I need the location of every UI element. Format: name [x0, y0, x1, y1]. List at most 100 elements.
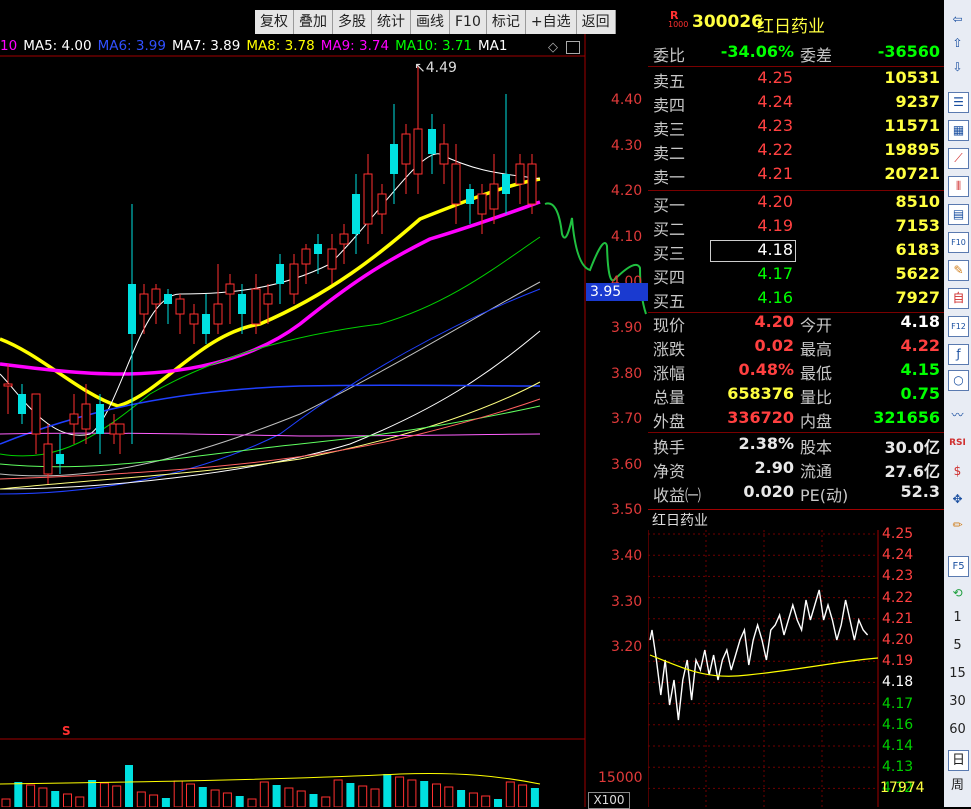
candle-body — [428, 129, 436, 154]
toolbar-button-4[interactable]: 画线 — [411, 10, 450, 34]
volume-bar — [284, 787, 294, 807]
toolbar-button-0[interactable]: 复权 — [255, 10, 294, 34]
refresh-icon[interactable]: ⟲ — [948, 584, 967, 603]
row-volume: 20721 — [884, 164, 940, 183]
bid-row-2[interactable]: 买三 4.18 6183 — [648, 240, 940, 263]
ma-line-10 — [0, 405, 541, 468]
candle-body — [251, 288, 261, 325]
move-icon[interactable]: ✥ — [948, 490, 967, 509]
dollar-icon[interactable]: $ — [948, 462, 967, 481]
candle-body — [18, 394, 26, 414]
toolbar-button-3[interactable]: 统计 — [372, 10, 411, 34]
circle-icon[interactable]: ○ — [948, 370, 969, 391]
candle-body — [69, 413, 79, 425]
f12-icon[interactable]: F12 — [948, 316, 969, 337]
bid-row-1[interactable]: 买二 4.19 7153 — [648, 216, 940, 239]
toolbar-button-1[interactable]: 叠加 — [294, 10, 333, 34]
pencil-icon[interactable]: ✏ — [948, 516, 967, 535]
volume-bar — [125, 765, 133, 807]
self-select-icon[interactable]: 自 — [948, 288, 969, 309]
candle-icon[interactable]: ⫴ — [948, 176, 969, 197]
ask-row-3[interactable]: 卖二 4.22 19895 — [648, 140, 940, 163]
stat-label: 现价 — [653, 316, 686, 335]
volume-bar — [272, 785, 281, 807]
row-price: 4.23 — [757, 116, 793, 135]
volume-bar — [26, 784, 36, 807]
candle-body — [189, 313, 199, 325]
volume-bar — [173, 780, 183, 807]
bid-row-4[interactable]: 买五 4.16 7927 — [648, 288, 940, 311]
candle-body — [263, 293, 273, 305]
arrow-down-icon[interactable]: ⇩ — [948, 58, 967, 77]
period-day[interactable]: 日 — [948, 750, 969, 771]
y-axis-tick: 3.60 — [611, 456, 643, 473]
weibi-label: 委比 — [653, 46, 686, 65]
f10-icon[interactable]: F10 — [948, 232, 969, 253]
y-axis-tick: 3.40 — [611, 548, 643, 564]
kline-chart[interactable]: ↖4.49 4.404.304.204.104.003.903.803.703.… — [0, 34, 648, 809]
ask-row-4[interactable]: 卖一 4.21 20721 — [648, 164, 940, 187]
candle-body — [175, 298, 185, 315]
row-label: 卖五 — [653, 72, 686, 91]
notes-icon[interactable]: ✎ — [948, 260, 969, 281]
period-5-min[interactable]: 5 — [948, 636, 967, 655]
ask-row-0[interactable]: 卖五 4.25 10531 — [648, 68, 940, 91]
mini-y-tick: 4.25 — [882, 526, 914, 542]
volume-tick: 15000 — [598, 770, 643, 786]
toolbar-button-6[interactable]: 标记 — [487, 10, 526, 34]
candle-body — [289, 263, 299, 295]
bid-row-0[interactable]: 买一 4.20 8510 — [648, 192, 940, 215]
volume-bar — [370, 788, 380, 807]
period-15-min[interactable]: 15 — [948, 664, 967, 683]
candle-body — [301, 248, 311, 265]
period-1-min[interactable]: 1 — [948, 608, 967, 627]
legend-diamond-icon[interactable]: ◇ — [548, 40, 558, 55]
bid-row-3[interactable]: 买四 4.17 5622 — [648, 264, 940, 287]
row-price: 4.16 — [757, 288, 793, 307]
y-axis-tick: 3.70 — [611, 411, 643, 428]
volume-bar — [395, 776, 405, 807]
f5-icon[interactable]: F5 — [948, 556, 969, 577]
fund-label-2: PE(动) — [800, 486, 849, 505]
stat-label: 外盘 — [653, 412, 686, 431]
arrow-up-icon[interactable]: ⇧ — [948, 34, 967, 53]
report-icon[interactable]: ▤ — [948, 204, 969, 225]
mini-price-line — [649, 589, 869, 721]
mini-y-tick: 4.23 — [882, 568, 914, 585]
line-chart-icon[interactable]: ⟋ — [948, 148, 969, 169]
row-volume: 6183 — [895, 240, 940, 259]
candle-body — [213, 303, 223, 325]
period-60-min[interactable]: 60 — [948, 720, 967, 739]
candle-body — [502, 174, 510, 194]
quote-panel: R 1000 300026 红日药业 委比 -34.06% 委差 -36560 卖五 4.… — [648, 9, 944, 807]
wave-icon[interactable]: 〰 — [948, 406, 967, 425]
rsi-icon[interactable]: RSI — [948, 434, 967, 453]
candle-body — [202, 314, 210, 334]
row-label: 买五 — [653, 292, 686, 311]
period-week[interactable]: 周 — [948, 776, 967, 795]
volume-bar — [99, 782, 109, 807]
toolbar-button-5[interactable]: F10 — [450, 10, 487, 34]
side-toolbar: ⇦ ⇧ ⇩ ☰ ▦ ⟋ ⫴ ▤ F10 ✎ 自 F12 ƒ ○ 〰 RSI $ … — [944, 0, 971, 807]
ask-row-2[interactable]: 卖三 4.23 11571 — [648, 116, 940, 139]
volume-bar — [494, 799, 502, 807]
period-30-min[interactable]: 30 — [948, 692, 967, 711]
fund-label: 换手 — [653, 438, 686, 457]
list-icon[interactable]: ☰ — [948, 92, 969, 113]
stat-label-2: 最低 — [800, 364, 833, 383]
arrow-left-icon[interactable]: ⇦ — [948, 10, 967, 29]
stat-value-2: 4.15 — [900, 360, 940, 379]
mini-chart-title: 红日药业 — [652, 513, 708, 529]
ask-row-1[interactable]: 卖四 4.24 9237 — [648, 92, 940, 115]
legend-toggle-icon[interactable] — [566, 41, 580, 54]
table-icon[interactable]: ▦ — [948, 120, 969, 141]
y-axis-tick: 3.50 — [611, 502, 643, 519]
kline-canvas[interactable] — [0, 34, 648, 807]
row-label: 买四 — [653, 268, 686, 287]
toolbar-button-2[interactable]: 多股 — [333, 10, 372, 34]
ma-legend-item: MA8: 3.78 — [246, 38, 315, 54]
toolbar-button-7[interactable]: +自选 — [526, 10, 577, 34]
toolbar-button-8[interactable]: 返回 — [577, 10, 616, 34]
fund-label-2: 股本 — [800, 438, 833, 457]
formula-icon[interactable]: ƒ — [948, 344, 969, 365]
